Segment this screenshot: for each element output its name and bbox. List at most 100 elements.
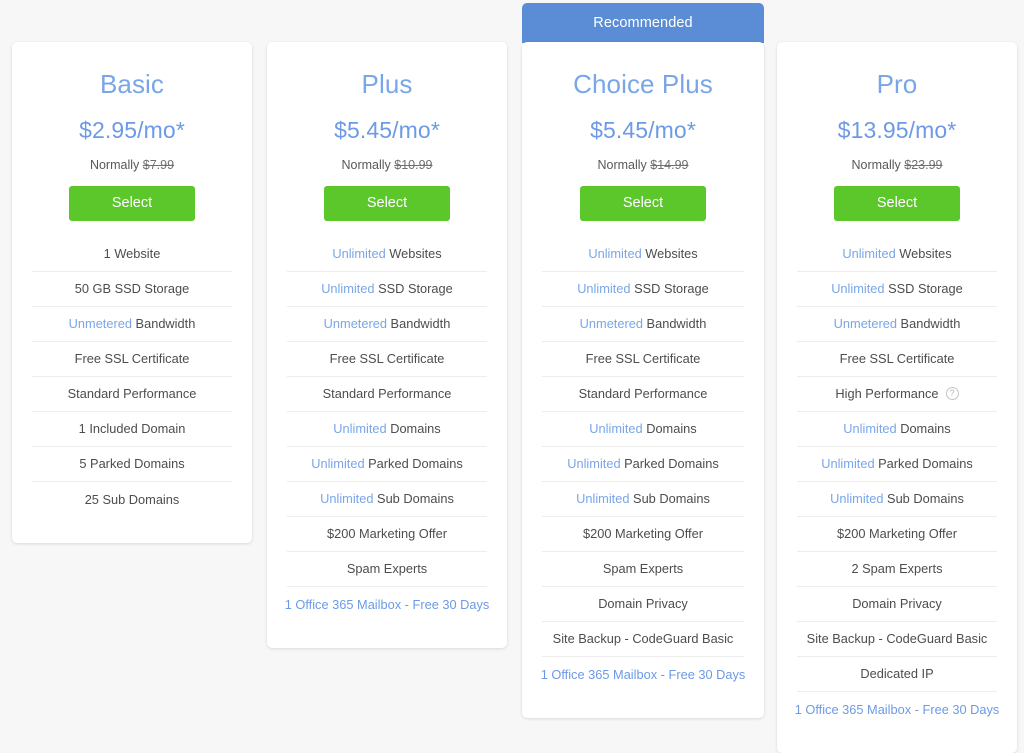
feature-row: 25 Sub Domains bbox=[32, 482, 232, 517]
plan-card: Choice Plus $5.45/mo* Normally $14.99 Selec… bbox=[522, 42, 764, 718]
feature-label: 1 Office 365 Mailbox - Free 30 Days bbox=[540, 666, 746, 682]
feature-link-row[interactable]: 1 Office 365 Mailbox - Free 30 Days bbox=[794, 692, 1000, 727]
normally-label: Normally bbox=[89, 157, 140, 172]
feature-row: Free SSL Certificate bbox=[797, 342, 997, 377]
feature-link-row[interactable]: 1 Office 365 Mailbox - Free 30 Days bbox=[284, 587, 490, 622]
feature-label: Free SSL Certificate bbox=[585, 351, 701, 367]
feature-list: 1 Website 50 GB SSD Storage Unmetered Band… bbox=[32, 237, 232, 543]
feature-label: Standard Performance bbox=[67, 386, 197, 402]
feature-highlight: Unmetered bbox=[579, 316, 643, 332]
select-button[interactable]: Select bbox=[580, 185, 706, 221]
feature-row: Unlimited Websites bbox=[287, 237, 487, 272]
feature-label: 2 Spam Experts bbox=[851, 561, 943, 577]
feature-row: Standard Performance bbox=[542, 377, 744, 412]
feature-label: Bandwidth bbox=[646, 316, 707, 332]
feature-row: Spam Experts bbox=[542, 552, 744, 587]
feature-link-row[interactable]: 1 Office 365 Mailbox - Free 30 Days bbox=[540, 657, 746, 692]
original-price: $10.99 bbox=[394, 157, 433, 172]
feature-highlight: Unlimited bbox=[333, 421, 387, 437]
feature-label: Site Backup - CodeGuard Basic bbox=[552, 631, 734, 647]
feature-label: Site Backup - CodeGuard Basic bbox=[806, 631, 988, 647]
plan-price: $13.95/mo* bbox=[837, 116, 957, 143]
feature-list: Unlimited Websites Unlimited SSD Storage U… bbox=[540, 237, 746, 718]
feature-row: $200 Marketing Offer bbox=[542, 517, 744, 552]
feature-row: Unmetered Bandwidth bbox=[797, 307, 997, 342]
feature-label: SSD Storage bbox=[634, 281, 709, 297]
feature-label: Domain Privacy bbox=[598, 596, 688, 612]
feature-highlight: Unlimited bbox=[842, 246, 896, 262]
feature-row: Unlimited Websites bbox=[797, 237, 997, 272]
feature-label: Free SSL Certificate bbox=[839, 351, 955, 367]
feature-label: 1 Office 365 Mailbox - Free 30 Days bbox=[794, 701, 1000, 717]
feature-label: Domains bbox=[646, 421, 697, 437]
feature-row: 1 Website bbox=[32, 237, 232, 272]
pricing-plans-grid: Recommended Basic $2.95/mo* Normally $7.99… bbox=[0, 0, 1024, 753]
plan-card: Basic $2.95/mo* Normally $7.99 Select 1 Webs… bbox=[12, 42, 252, 543]
feature-row: Dedicated IP bbox=[797, 657, 997, 692]
feature-highlight: Unlimited bbox=[589, 421, 643, 437]
plan-normally-price: Normally $23.99 bbox=[797, 158, 997, 172]
feature-highlight: Unlimited bbox=[576, 491, 630, 507]
recommended-ribbon: Recommended bbox=[522, 3, 764, 43]
plan-name: Plus bbox=[361, 69, 413, 99]
feature-label: 1 Included Domain bbox=[78, 421, 186, 437]
plan-header: Choice Plus $5.45/mo* Normally $14.99 Selec… bbox=[542, 42, 744, 221]
feature-row: Unlimited SSD Storage bbox=[797, 272, 997, 307]
help-icon[interactable]: ? bbox=[945, 387, 959, 401]
feature-highlight: Unlimited bbox=[588, 246, 642, 262]
feature-label: Free SSL Certificate bbox=[74, 351, 190, 367]
feature-highlight: Unlimited bbox=[831, 281, 885, 297]
feature-highlight: Unlimited bbox=[843, 421, 897, 437]
feature-label: 1 Office 365 Mailbox - Free 30 Days bbox=[284, 596, 490, 612]
feature-label: Domains bbox=[390, 421, 441, 437]
feature-label: Domain Privacy bbox=[852, 596, 942, 612]
feature-row: Unmetered Bandwidth bbox=[287, 307, 487, 342]
feature-row: Unlimited Parked Domains bbox=[542, 447, 744, 482]
original-price: $14.99 bbox=[650, 157, 689, 172]
plan-normally-price: Normally $10.99 bbox=[287, 158, 487, 172]
select-button[interactable]: Select bbox=[324, 185, 450, 221]
feature-highlight: Unmetered bbox=[323, 316, 387, 332]
feature-row: Standard Performance bbox=[32, 377, 232, 412]
feature-row: Unlimited Sub Domains bbox=[542, 482, 744, 517]
feature-label: Websites bbox=[645, 246, 698, 262]
feature-row: Free SSL Certificate bbox=[32, 342, 232, 377]
feature-row: Free SSL Certificate bbox=[542, 342, 744, 377]
feature-row: Unlimited SSD Storage bbox=[542, 272, 744, 307]
feature-label: Standard Performance bbox=[578, 386, 708, 402]
feature-label: Websites bbox=[389, 246, 442, 262]
feature-label: Sub Domains bbox=[887, 491, 964, 507]
feature-label: Free SSL Certificate bbox=[329, 351, 445, 367]
feature-row: Site Backup - CodeGuard Basic bbox=[797, 622, 997, 657]
feature-label: Websites bbox=[899, 246, 952, 262]
select-button[interactable]: Select bbox=[834, 185, 960, 221]
feature-row: High Performance? bbox=[797, 377, 997, 412]
feature-label: $200 Marketing Offer bbox=[837, 526, 957, 542]
feature-highlight: Unlimited bbox=[332, 246, 386, 262]
feature-highlight: Unlimited bbox=[311, 456, 365, 472]
feature-row: Unlimited Sub Domains bbox=[797, 482, 997, 517]
feature-row: 2 Spam Experts bbox=[797, 552, 997, 587]
feature-row: Domain Privacy bbox=[542, 587, 744, 622]
feature-row: Unmetered Bandwidth bbox=[542, 307, 744, 342]
feature-row: Unlimited Domains bbox=[542, 412, 744, 447]
feature-label: Parked Domains bbox=[624, 456, 719, 472]
feature-row: Site Backup - CodeGuard Basic bbox=[542, 622, 744, 657]
plan-header: Pro $13.95/mo* Normally $23.99 Select bbox=[797, 42, 997, 221]
plan-header: Basic $2.95/mo* Normally $7.99 Select bbox=[32, 42, 232, 221]
feature-label: SSD Storage bbox=[378, 281, 453, 297]
feature-row: 50 GB SSD Storage bbox=[32, 272, 232, 307]
plan-price: $5.45/mo* bbox=[334, 116, 440, 143]
feature-highlight: Unlimited bbox=[830, 491, 884, 507]
feature-label: 50 GB SSD Storage bbox=[74, 281, 190, 297]
feature-highlight: Unlimited bbox=[320, 491, 374, 507]
original-price: $23.99 bbox=[904, 157, 943, 172]
plan-name: Choice Plus bbox=[573, 69, 713, 99]
plan-price: $2.95/mo* bbox=[79, 116, 185, 143]
select-button[interactable]: Select bbox=[69, 185, 195, 221]
feature-highlight: Unlimited bbox=[567, 456, 621, 472]
plan-card: Pro $13.95/mo* Normally $23.99 Select Unlimi… bbox=[777, 42, 1017, 753]
feature-row: Unlimited Parked Domains bbox=[287, 447, 487, 482]
plan-price: $5.45/mo* bbox=[590, 116, 696, 143]
plan-normally-price: Normally $14.99 bbox=[542, 158, 744, 172]
